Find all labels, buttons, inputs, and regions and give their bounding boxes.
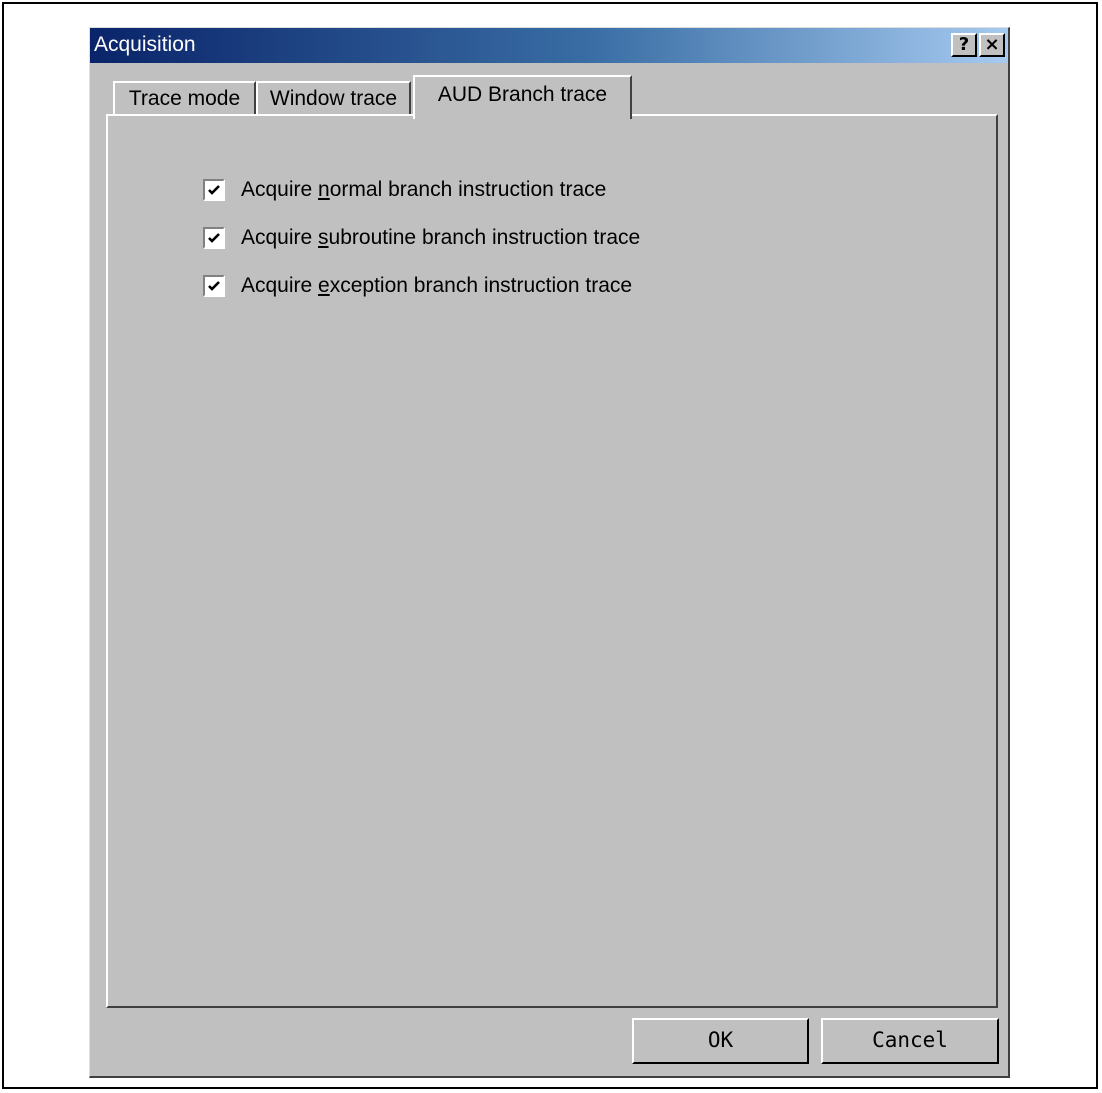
exception-branch-checkbox[interactable] xyxy=(203,275,225,297)
close-button[interactable]: × xyxy=(979,33,1005,57)
exception-branch-checkbox-row[interactable]: Acquire exception branch instruction tra… xyxy=(203,273,632,299)
tab-trace-mode[interactable]: Trace mode xyxy=(113,81,256,117)
tab-aud-branch-trace[interactable]: AUD Branch trace xyxy=(413,75,632,119)
cancel-button[interactable]: Cancel xyxy=(821,1018,999,1064)
title-bar: Acquisition ? × xyxy=(90,28,1008,63)
help-button[interactable]: ? xyxy=(951,33,977,57)
subroutine-branch-checkbox-row[interactable]: Acquire subroutine branch instruction tr… xyxy=(203,225,640,251)
window-title: Acquisition xyxy=(94,33,196,56)
checkbox-label: Acquire normal branch instruction trace xyxy=(241,178,607,201)
subroutine-branch-checkbox[interactable] xyxy=(203,227,225,249)
normal-branch-checkbox[interactable] xyxy=(203,179,225,201)
checkmark-icon xyxy=(208,233,220,243)
normal-branch-checkbox-row[interactable]: Acquire normal branch instruction trace xyxy=(203,177,606,203)
checkmark-icon xyxy=(208,185,220,195)
checkbox-label: Acquire subroutine branch instruction tr… xyxy=(241,226,641,249)
tab-label: Trace mode xyxy=(128,87,241,110)
tab-label: Window trace xyxy=(269,87,398,110)
tab-window-trace[interactable]: Window trace xyxy=(256,81,411,117)
tab-label: AUD Branch trace xyxy=(437,83,608,106)
checkmark-icon xyxy=(208,281,220,291)
checkbox-label: Acquire exception branch instruction tra… xyxy=(241,274,633,297)
ok-button[interactable]: OK xyxy=(632,1018,809,1064)
